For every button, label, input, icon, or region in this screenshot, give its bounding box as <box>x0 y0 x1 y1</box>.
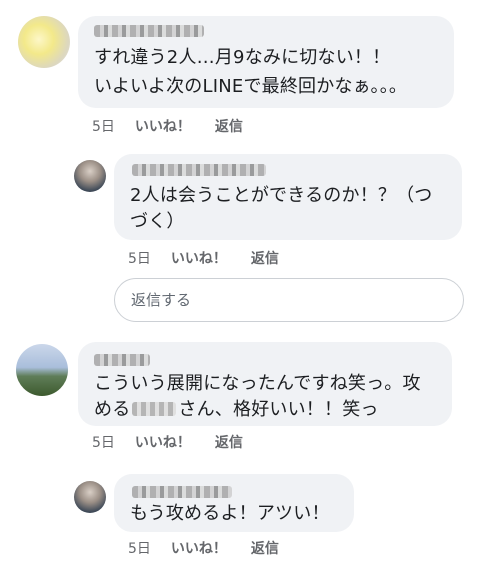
comment-text-fragment: める <box>94 399 131 420</box>
comment-text-line: 2人は会うことができるのか！？（つ <box>130 185 433 206</box>
comment-text-fragment: さん、格好いい！！笑っ <box>178 399 379 420</box>
comment-text-line: める さん、格好いい！！笑っ <box>94 396 379 424</box>
commenter-avatar[interactable] <box>16 344 68 396</box>
comment-timestamp[interactable]: 5日 <box>92 116 115 136</box>
comment-actions: 5日 いいね！ 返信 <box>92 116 243 136</box>
reply-button[interactable]: 返信 <box>251 538 279 558</box>
reply-button[interactable]: 返信 <box>251 248 279 268</box>
commenter-avatar[interactable] <box>74 481 106 513</box>
comment-text-line: こういう展開になったんですね笑っ。攻 <box>94 373 421 394</box>
author-name-redacted[interactable] <box>94 25 204 37</box>
comment-actions: 5日 いいね！ 返信 <box>92 432 243 452</box>
reply-button[interactable]: 返信 <box>215 116 243 136</box>
comment-actions: 5日 いいね！ 返信 <box>128 538 279 558</box>
like-button[interactable]: いいね！ <box>171 538 227 558</box>
comment-text-line: すれ違う2人…月9なみに切ない！！ <box>94 47 391 68</box>
comment-timestamp[interactable]: 5日 <box>128 248 151 268</box>
commenter-avatar[interactable] <box>18 16 70 68</box>
commenter-avatar[interactable] <box>74 160 106 192</box>
author-name-redacted[interactable] <box>132 164 266 176</box>
comment-timestamp[interactable]: 5日 <box>128 538 151 558</box>
like-button[interactable]: いいね！ <box>171 248 227 268</box>
reply-input[interactable] <box>114 278 464 322</box>
like-button[interactable]: いいね！ <box>135 432 191 452</box>
comment-actions: 5日 いいね！ 返信 <box>128 248 279 268</box>
comment-text-line: もう攻めるよ！アツい！ <box>130 503 330 524</box>
comment-text-line: いよいよ次のLINEで最終回かなぁ。。。 <box>94 76 408 97</box>
comment-text-line: づく） <box>130 211 185 232</box>
author-name-redacted[interactable] <box>132 486 232 498</box>
comment-timestamp[interactable]: 5日 <box>92 432 115 452</box>
author-name-redacted[interactable] <box>94 354 150 366</box>
reply-button[interactable]: 返信 <box>215 432 243 452</box>
redacted-name <box>132 402 177 416</box>
like-button[interactable]: いいね！ <box>135 116 191 136</box>
